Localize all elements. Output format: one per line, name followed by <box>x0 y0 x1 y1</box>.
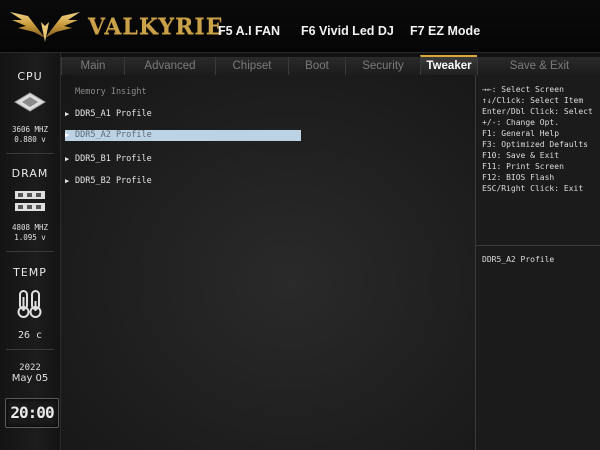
list-item-ddr5-a2-profile[interactable]: ▶ DDR5_A2 Profile <box>65 130 301 141</box>
key-help-line: ↑↓/Click: Select Item <box>482 96 584 105</box>
tab-chipset[interactable]: Chipset <box>215 57 288 75</box>
item-description: DDR5_A2 Profile <box>482 255 555 264</box>
dram-frequency: 4808 MHZ <box>11 223 49 232</box>
date-day: May 05 <box>11 373 49 384</box>
key-help-line: Enter/Dbl Click: Select <box>482 107 593 116</box>
key-help-line: F12: BIOS Flash <box>482 173 555 182</box>
item-label: DDR5_A1 Profile <box>75 109 152 119</box>
f5-ai-fan-button[interactable]: F5 A.I FAN <box>218 24 280 38</box>
thermometer-icon <box>17 290 42 318</box>
key-help-line: ESC/Right Click: Exit <box>482 184 584 193</box>
key-help-line: F10: Save & Exit <box>482 151 560 160</box>
key-help-line: →←: Select Screen <box>482 85 564 94</box>
list-item-ddr5-a1-profile[interactable]: ▶ DDR5_A1 Profile <box>65 109 301 120</box>
dram-label: DRAM <box>11 167 49 180</box>
tab-security[interactable]: Security <box>345 57 420 75</box>
help-divider <box>476 245 600 246</box>
main-panel: Memory Insight ▶ DDR5_A1 Profile ▶ DDR5_A2… <box>61 75 476 450</box>
status-sidebar: CPU 3606 MHZ 0.880 v DRAM 4808 MHZ 1.095… <box>0 53 61 450</box>
f7-ez-mode-button[interactable]: F7 EZ Mode <box>410 24 480 38</box>
tab-save-exit[interactable]: Save & Exit <box>477 57 600 75</box>
list-item-ddr5-b2-profile[interactable]: ▶ DDR5_B2 Profile <box>65 176 301 187</box>
tab-bar: Main Advanced Chipset Boot Security Twea… <box>61 53 600 75</box>
cpu-frequency: 3606 MHZ <box>11 125 49 134</box>
key-help-line: F11: Print Screen <box>482 162 564 171</box>
triangle-right-icon: ▶ <box>65 131 70 139</box>
cpu-voltage: 0.880 v <box>14 135 46 144</box>
triangle-right-icon: ▶ <box>65 110 70 118</box>
list-item-ddr5-b1-profile[interactable]: ▶ DDR5_B1 Profile <box>65 154 301 165</box>
tab-boot[interactable]: Boot <box>288 57 345 75</box>
item-label: DDR5_B1 Profile <box>75 154 152 164</box>
clock-display: 20:00 <box>5 398 59 428</box>
item-label: DDR5_A2 Profile <box>75 130 152 140</box>
brand-title: VALKYRIE <box>88 14 224 40</box>
sidebar-divider <box>6 349 54 350</box>
cpu-chip-icon <box>14 92 46 112</box>
triangle-right-icon: ▶ <box>65 177 70 185</box>
key-legend: →←: Select Screen ↑↓/Click: Select Item … <box>482 84 600 194</box>
date-year: 2022 <box>19 363 41 373</box>
dram-module-icon <box>15 191 45 211</box>
temp-label: TEMP <box>13 266 47 279</box>
valkyrie-wings-logo-icon <box>10 12 80 42</box>
tab-advanced[interactable]: Advanced <box>124 57 215 75</box>
header-bar: VALKYRIE F5 A.I FAN F6 Vivid Led DJ F7 E… <box>0 0 600 53</box>
help-panel: →←: Select Screen ↑↓/Click: Select Item … <box>476 75 600 450</box>
key-help-line: +/-: Change Opt. <box>482 118 560 127</box>
tab-tweaker[interactable]: Tweaker <box>420 55 477 75</box>
sidebar-divider <box>6 153 54 154</box>
sidebar-divider <box>6 251 54 252</box>
section-title: Memory Insight <box>75 87 147 97</box>
item-label: DDR5_B2 Profile <box>75 176 152 186</box>
cpu-label: CPU <box>17 70 43 83</box>
key-help-line: F1: General Help <box>482 129 560 138</box>
f6-vivid-led-dj-button[interactable]: F6 Vivid Led DJ <box>301 24 394 38</box>
key-help-line: F3: Optimized Defaults <box>482 140 588 149</box>
tab-main[interactable]: Main <box>61 57 124 75</box>
dram-voltage: 1.095 v <box>14 233 46 242</box>
temperature-value: 26 c <box>17 330 43 341</box>
triangle-right-icon: ▶ <box>65 155 70 163</box>
